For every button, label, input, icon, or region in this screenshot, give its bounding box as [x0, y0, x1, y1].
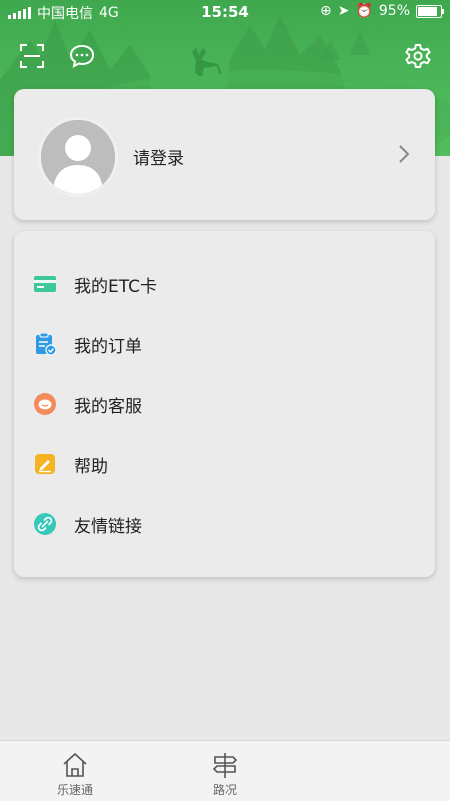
battery-icon	[416, 4, 444, 18]
etc-card-icon	[34, 276, 56, 292]
scan-icon	[20, 44, 44, 68]
tab-home-label: 乐速通	[56, 783, 93, 797]
menu-item-label: 我的客服	[74, 396, 142, 417]
service-icon	[34, 393, 56, 415]
scan-button[interactable]	[18, 42, 46, 70]
settings-icon	[405, 44, 431, 68]
avatar	[38, 117, 118, 197]
tab-traffic[interactable]: 路况	[150, 741, 300, 801]
default-avatar-icon	[41, 120, 115, 194]
menu-item-etc-card[interactable]: 我的ETC卡	[14, 254, 435, 314]
bottom-tab-bar: 乐速通 路况	[0, 740, 450, 801]
tab-traffic-label: 路况	[212, 783, 237, 797]
chevron-right-icon	[399, 145, 410, 163]
menu-card: 我的ETC卡 我的订单 我的客服 帮助 友情链接	[14, 231, 435, 577]
order-icon	[36, 333, 56, 355]
menu-item-orders[interactable]: 我的订单	[14, 314, 435, 374]
menu-item-help[interactable]: 帮助	[14, 434, 435, 494]
tab-home[interactable]: 乐速通	[0, 741, 150, 801]
menu-item-label: 帮助	[74, 456, 108, 477]
menu-item-label: 我的ETC卡	[74, 276, 157, 297]
message-icon	[69, 44, 95, 68]
login-prompt[interactable]: 请登录	[133, 144, 184, 169]
link-icon	[34, 513, 56, 535]
message-button[interactable]	[68, 42, 96, 70]
signpost-icon	[212, 753, 238, 778]
status-right: ⊕ ➤ ⏰ 95%	[319, 3, 444, 19]
location-icon: ➤	[337, 3, 350, 19]
help-icon	[35, 454, 55, 474]
alarm-icon: ⏰	[355, 3, 373, 19]
menu-item-label: 我的订单	[74, 336, 142, 357]
settings-button[interactable]	[404, 42, 432, 70]
status-bar: 中国电信 4G 15:54 ⊕ ➤ ⏰ 95%	[0, 0, 450, 24]
battery-percent: 95%	[378, 3, 410, 19]
rotation-lock-icon: ⊕	[319, 3, 332, 19]
menu-item-links[interactable]: 友情链接	[14, 494, 435, 554]
home-icon	[63, 752, 87, 777]
profile-card[interactable]: 请登录	[14, 89, 435, 220]
menu-item-service[interactable]: 我的客服	[14, 374, 435, 434]
menu-item-label: 友情链接	[74, 516, 142, 537]
